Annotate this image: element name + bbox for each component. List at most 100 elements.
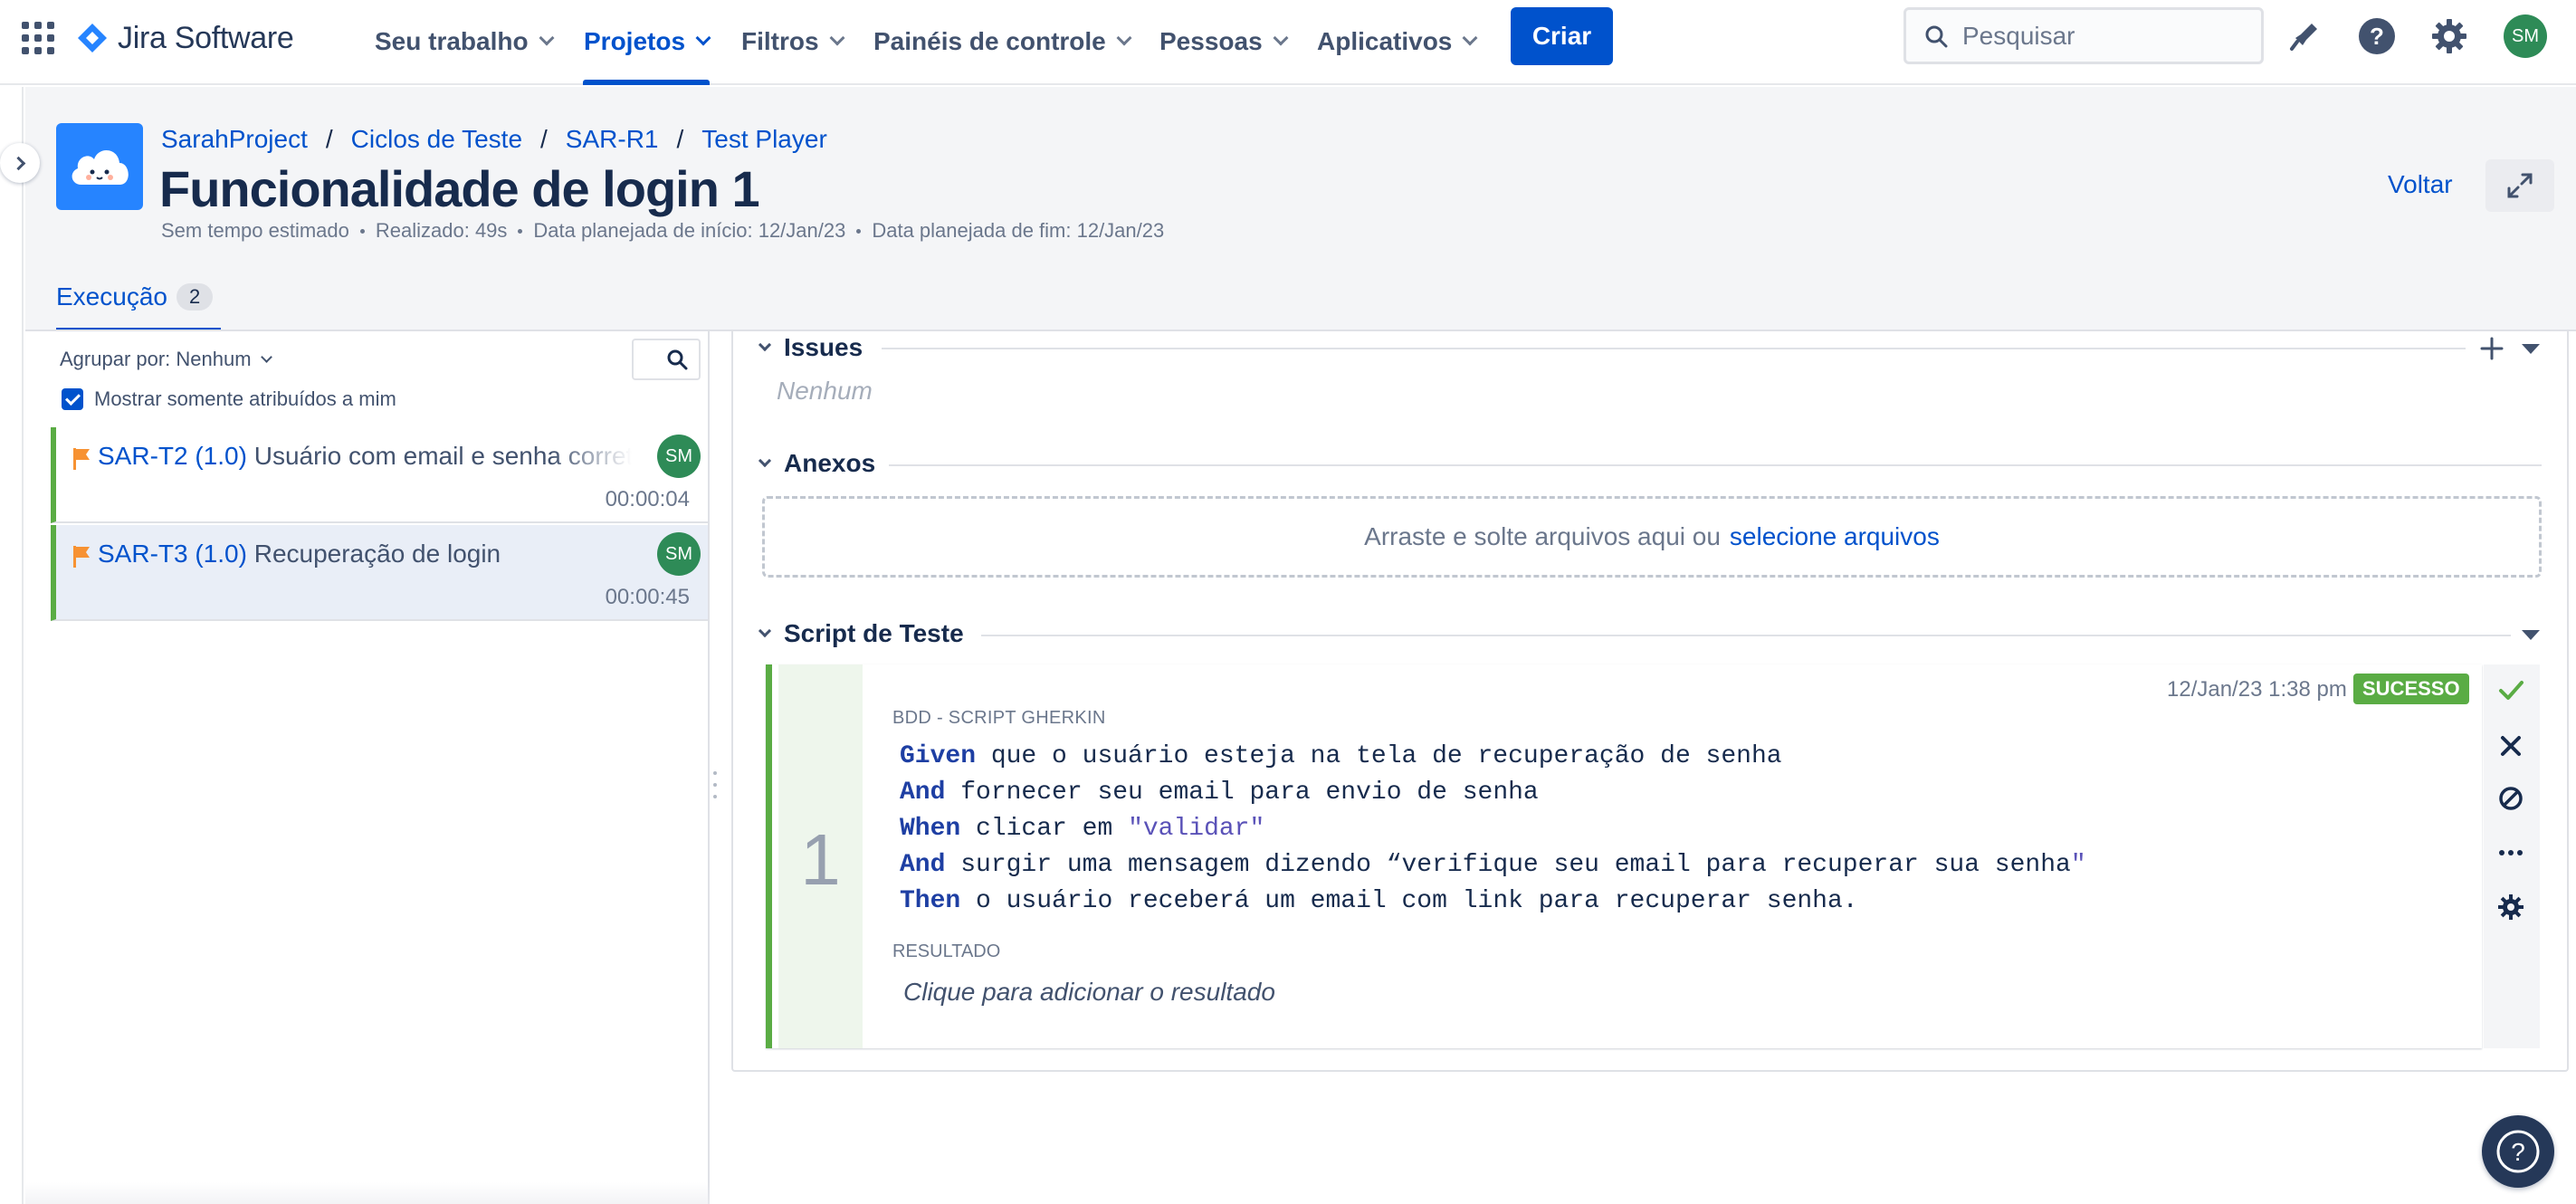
- tab-execution[interactable]: Execução 2: [56, 282, 214, 311]
- attachment-drop-zone[interactable]: Arraste e solte arquivos aqui ou selecio…: [762, 496, 2542, 578]
- show-assigned-to-me[interactable]: Mostrar somente atribuídos a mim: [62, 387, 396, 411]
- notifications-icon[interactable]: [2283, 14, 2326, 58]
- flag-icon: [73, 546, 90, 568]
- separator-dot: [518, 228, 523, 234]
- separator-dot: [856, 228, 862, 234]
- settings-gear-icon[interactable]: [2428, 14, 2471, 58]
- meta-executed: Realizado: 49s: [375, 219, 508, 242]
- nav-item-projetos[interactable]: Projetos: [584, 18, 711, 65]
- result-input[interactable]: Clique para adicionar o resultado: [903, 978, 1275, 1007]
- checkbox-label: Mostrar somente atribuídos a mim: [94, 387, 396, 410]
- cloud-icon: [72, 149, 129, 185]
- gherkin-script[interactable]: Given que o usuário esteja na tela de re…: [900, 739, 2086, 920]
- cycle-metadata: Sem tempo estimado Realizado: 49s Data p…: [161, 219, 1164, 243]
- breadcrumb-test-cycles[interactable]: Ciclos de Teste: [351, 125, 522, 154]
- add-issue-icon[interactable]: [2480, 337, 2504, 360]
- assignee-avatar: SM: [657, 435, 701, 478]
- gherkin-text: surgir uma mensagem dizendo “verifique s…: [945, 851, 2071, 879]
- tab-label: Execução: [56, 282, 167, 311]
- chevron-down-icon: [695, 30, 711, 46]
- nav-item-aplicativos[interactable]: Aplicativos: [1317, 18, 1478, 65]
- script-line: Then o usuário receberá um email com lin…: [900, 884, 2086, 920]
- fullscreen-button[interactable]: [2485, 159, 2554, 212]
- test-case-key[interactable]: SAR-T3 (1.0): [98, 540, 247, 568]
- nav-item-pessoas[interactable]: Pessoas: [1159, 18, 1289, 65]
- section-issues-header[interactable]: Issues: [758, 333, 863, 362]
- svg-text:?: ?: [2511, 1138, 2525, 1166]
- search-icon: [1925, 25, 1948, 47]
- gherkin-string: "validar": [1128, 815, 1265, 843]
- assignee-avatar: SM: [657, 532, 701, 576]
- app-switcher-icon[interactable]: [22, 22, 54, 54]
- panel-resize-handle[interactable]: [713, 771, 720, 798]
- tab-count-badge: 2: [176, 283, 214, 311]
- divider: [981, 635, 2511, 636]
- gherkin-keyword: Given: [900, 742, 977, 770]
- meta-end-date: Data planejada de fim: 12/Jan/23: [872, 219, 1165, 242]
- help-icon[interactable]: ?: [2355, 14, 2399, 58]
- active-nav-indicator: [583, 80, 710, 85]
- expand-sidebar-button[interactable]: [0, 143, 40, 183]
- breadcrumb-cycle-key[interactable]: SAR-R1: [566, 125, 659, 154]
- checkbox[interactable]: [62, 388, 83, 410]
- section-title: Anexos: [784, 449, 876, 477]
- nav-item-label: Projetos: [584, 27, 686, 55]
- breadcrumb-test-player[interactable]: Test Player: [701, 125, 827, 154]
- help-question-icon: ?: [2496, 1130, 2540, 1173]
- search-box[interactable]: [1903, 7, 2264, 64]
- execution-time: 00:00:45: [605, 585, 690, 609]
- test-case-title: SAR-T2 (1.0) Usuário com email e senha c…: [98, 442, 632, 471]
- gherkin-text: fornecer seu email para envio de senha: [945, 779, 1539, 807]
- divider: [889, 464, 2542, 466]
- group-by-dropdown[interactable]: Agrupar por: Nenhum: [60, 348, 272, 371]
- test-case-key[interactable]: SAR-T2 (1.0): [98, 442, 247, 470]
- back-link[interactable]: Voltar: [2388, 170, 2453, 199]
- search-input[interactable]: [1962, 21, 2234, 51]
- step-settings-gear-icon[interactable]: [2487, 884, 2534, 931]
- list-item[interactable]: SAR-T2 (1.0) Usuário com email e senha c…: [51, 427, 708, 523]
- section-menu-icon[interactable]: [2522, 344, 2540, 354]
- nav-item-paineis[interactable]: Painéis de controle: [873, 18, 1132, 65]
- section-menu-icon[interactable]: [2522, 630, 2540, 640]
- separator-dot: [359, 228, 365, 234]
- blocked-icon[interactable]: [2487, 775, 2534, 822]
- list-item[interactable]: SAR-T3 (1.0) Recuperação de login SM 00:…: [51, 525, 708, 621]
- divider: [882, 348, 2466, 349]
- top-navigation: Jira Software Seu trabalho Projetos Filt…: [0, 0, 2576, 85]
- gherkin-keyword: Then: [900, 887, 961, 915]
- fail-x-icon[interactable]: [2487, 722, 2534, 769]
- chevron-down-icon: [260, 350, 272, 363]
- execution-time: 00:00:04: [605, 487, 690, 511]
- nav-item-filtros[interactable]: Filtros: [741, 18, 845, 65]
- jira-logo[interactable]: Jira Software: [76, 16, 294, 60]
- select-files-link[interactable]: selecione arquivos: [1730, 522, 1940, 551]
- logo-text: Jira Software: [118, 20, 294, 55]
- list-search-button[interactable]: [632, 339, 701, 380]
- script-line: And fornecer seu email para envio de sen…: [900, 775, 2086, 811]
- chevron-down-icon: [829, 30, 845, 46]
- section-title: Issues: [784, 333, 863, 361]
- section-test-script-header[interactable]: Script de Teste: [758, 619, 964, 648]
- status-badge: SUCESSO: [2353, 674, 2469, 704]
- more-options-icon[interactable]: [2487, 829, 2534, 876]
- step-number: 1: [800, 819, 841, 900]
- search-icon: [667, 349, 688, 370]
- section-attachments-header[interactable]: Anexos: [758, 449, 876, 478]
- breadcrumb-separator: /: [325, 125, 333, 153]
- issues-empty-text: Nenhum: [777, 377, 873, 405]
- breadcrumb: SarahProject / Ciclos de Teste / SAR-R1 …: [161, 125, 827, 154]
- nav-item-label: Filtros: [741, 27, 819, 55]
- script-line: When clicar em "validar": [900, 811, 2086, 847]
- test-case-title: SAR-T3 (1.0) Recuperação de login: [98, 540, 632, 569]
- breadcrumb-project[interactable]: SarahProject: [161, 125, 308, 154]
- meta-estimate: Sem tempo estimado: [161, 219, 349, 242]
- create-button[interactable]: Criar: [1511, 7, 1613, 65]
- pass-check-icon[interactable]: [2487, 666, 2534, 713]
- svg-text:?: ?: [2370, 23, 2384, 50]
- help-chat-button[interactable]: ?: [2482, 1115, 2554, 1188]
- script-type-label: BDD - SCRIPT GHERKIN: [892, 708, 1106, 728]
- nav-item-label: Pessoas: [1159, 27, 1263, 55]
- section-title: Script de Teste: [784, 619, 964, 647]
- user-avatar[interactable]: SM: [2504, 14, 2547, 58]
- nav-item-seu-trabalho[interactable]: Seu trabalho: [375, 18, 555, 65]
